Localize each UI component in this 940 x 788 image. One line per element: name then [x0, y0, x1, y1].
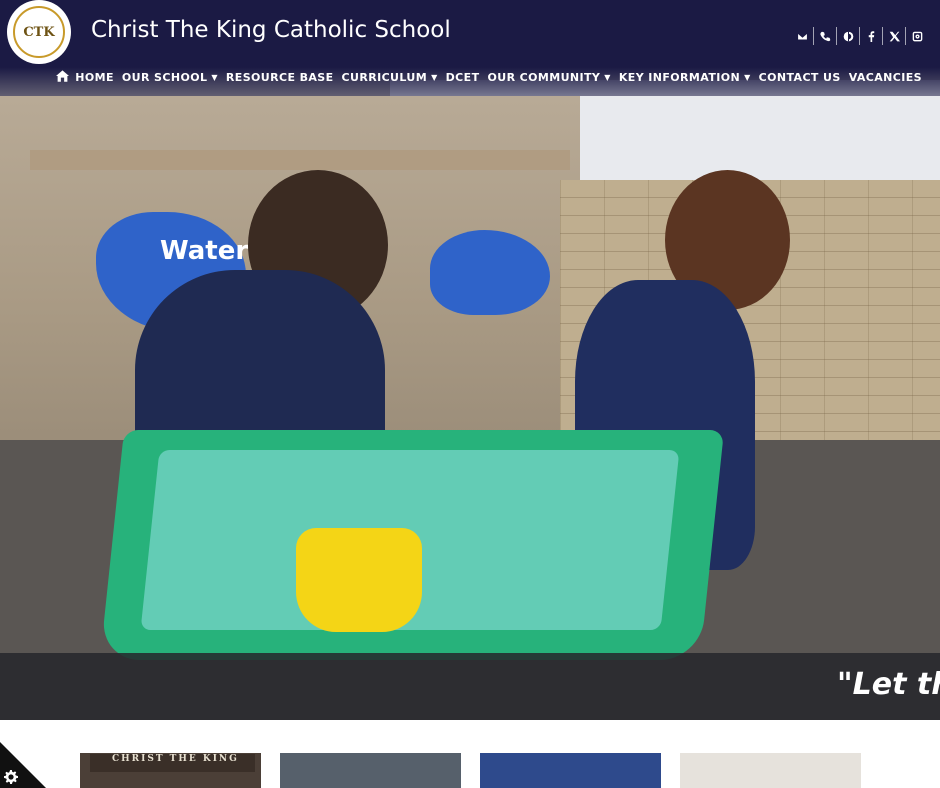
thumbnail-strip: CHRIST THE KING [0, 720, 940, 788]
hero-yellow-jug [296, 528, 422, 632]
gear-icon [4, 770, 18, 784]
nav-label: CURRICULUM [341, 71, 428, 84]
nav-item-contact-us[interactable]: CONTACT US [759, 71, 841, 84]
instagram-icon[interactable] [905, 27, 928, 45]
nav-item-dcet[interactable]: DCET [446, 71, 480, 84]
translate-icon[interactable] [836, 27, 859, 45]
nav-label: RESOURCE BASE [225, 71, 334, 84]
chevron-down-icon: ▼ [744, 73, 751, 82]
phone-icon[interactable] [813, 27, 836, 45]
nav-label: OUR SCHOOL [121, 71, 208, 84]
hero-quote: "Let the [837, 667, 940, 702]
hero-shelf [30, 150, 570, 170]
main-nav: HOME OUR SCHOOL ▼ RESOURCE BASE CURRICUL… [48, 70, 922, 85]
chevron-down-icon: ▼ [604, 73, 611, 82]
nav-item-resource-base[interactable]: RESOURCE BASE [226, 71, 334, 84]
hero-caption-bar [0, 653, 940, 720]
nav-label: CONTACT US [758, 71, 841, 84]
facebook-icon[interactable] [859, 27, 882, 45]
nav-label: KEY INFORMATION [618, 71, 741, 84]
nav-label: VACANCIES [848, 71, 922, 84]
school-logo[interactable]: CTK [7, 0, 71, 64]
nav-label: HOME [75, 71, 114, 84]
hero-image: Water W "Let the [0, 0, 940, 720]
contact-icon-bar [791, 27, 928, 45]
nav-label: OUR COMMUNITY [487, 71, 601, 84]
nav-item-home[interactable]: HOME [56, 70, 114, 85]
x-icon[interactable] [882, 27, 905, 45]
site-title[interactable]: Christ The King Catholic School [91, 17, 451, 43]
nav-item-curriculum[interactable]: CURRICULUM ▼ [342, 71, 438, 84]
cookie-settings-button[interactable] [0, 742, 46, 788]
nav-item-key-information[interactable]: KEY INFORMATION ▼ [619, 71, 751, 84]
home-icon [56, 70, 75, 85]
thumbnail-sign-text: CHRIST THE KING [90, 754, 255, 772]
thumbnail-school-sign[interactable]: CHRIST THE KING [80, 753, 261, 788]
chevron-down-icon: ▼ [211, 73, 218, 82]
nav-item-our-school[interactable]: OUR SCHOOL ▼ [122, 71, 218, 84]
thumbnail-classroom[interactable] [280, 753, 461, 788]
nav-label: DCET [445, 71, 480, 84]
logo-crest: CTK [13, 6, 65, 58]
chevron-down-icon: ▼ [431, 73, 438, 82]
nav-item-our-community[interactable]: OUR COMMUNITY ▼ [487, 71, 610, 84]
thumbnail-corridor[interactable] [480, 753, 661, 788]
logo-monogram: CTK [23, 25, 55, 40]
email-icon[interactable] [791, 27, 813, 45]
thumbnail-nursery[interactable] [680, 753, 861, 788]
nav-item-vacancies[interactable]: VACANCIES [849, 71, 922, 84]
site-header: CTK Christ The King Catholic School HOME… [0, 0, 940, 96]
